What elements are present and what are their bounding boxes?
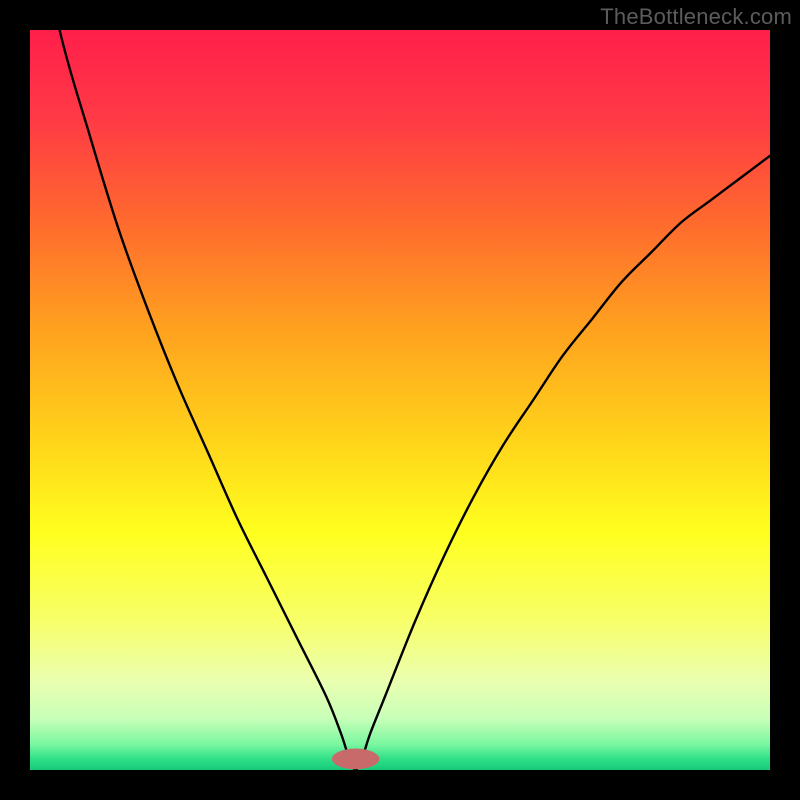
bottleneck-chart [30, 30, 770, 770]
chart-frame [30, 30, 770, 770]
watermark-label: TheBottleneck.com [600, 4, 792, 30]
optimum-marker [332, 749, 379, 770]
